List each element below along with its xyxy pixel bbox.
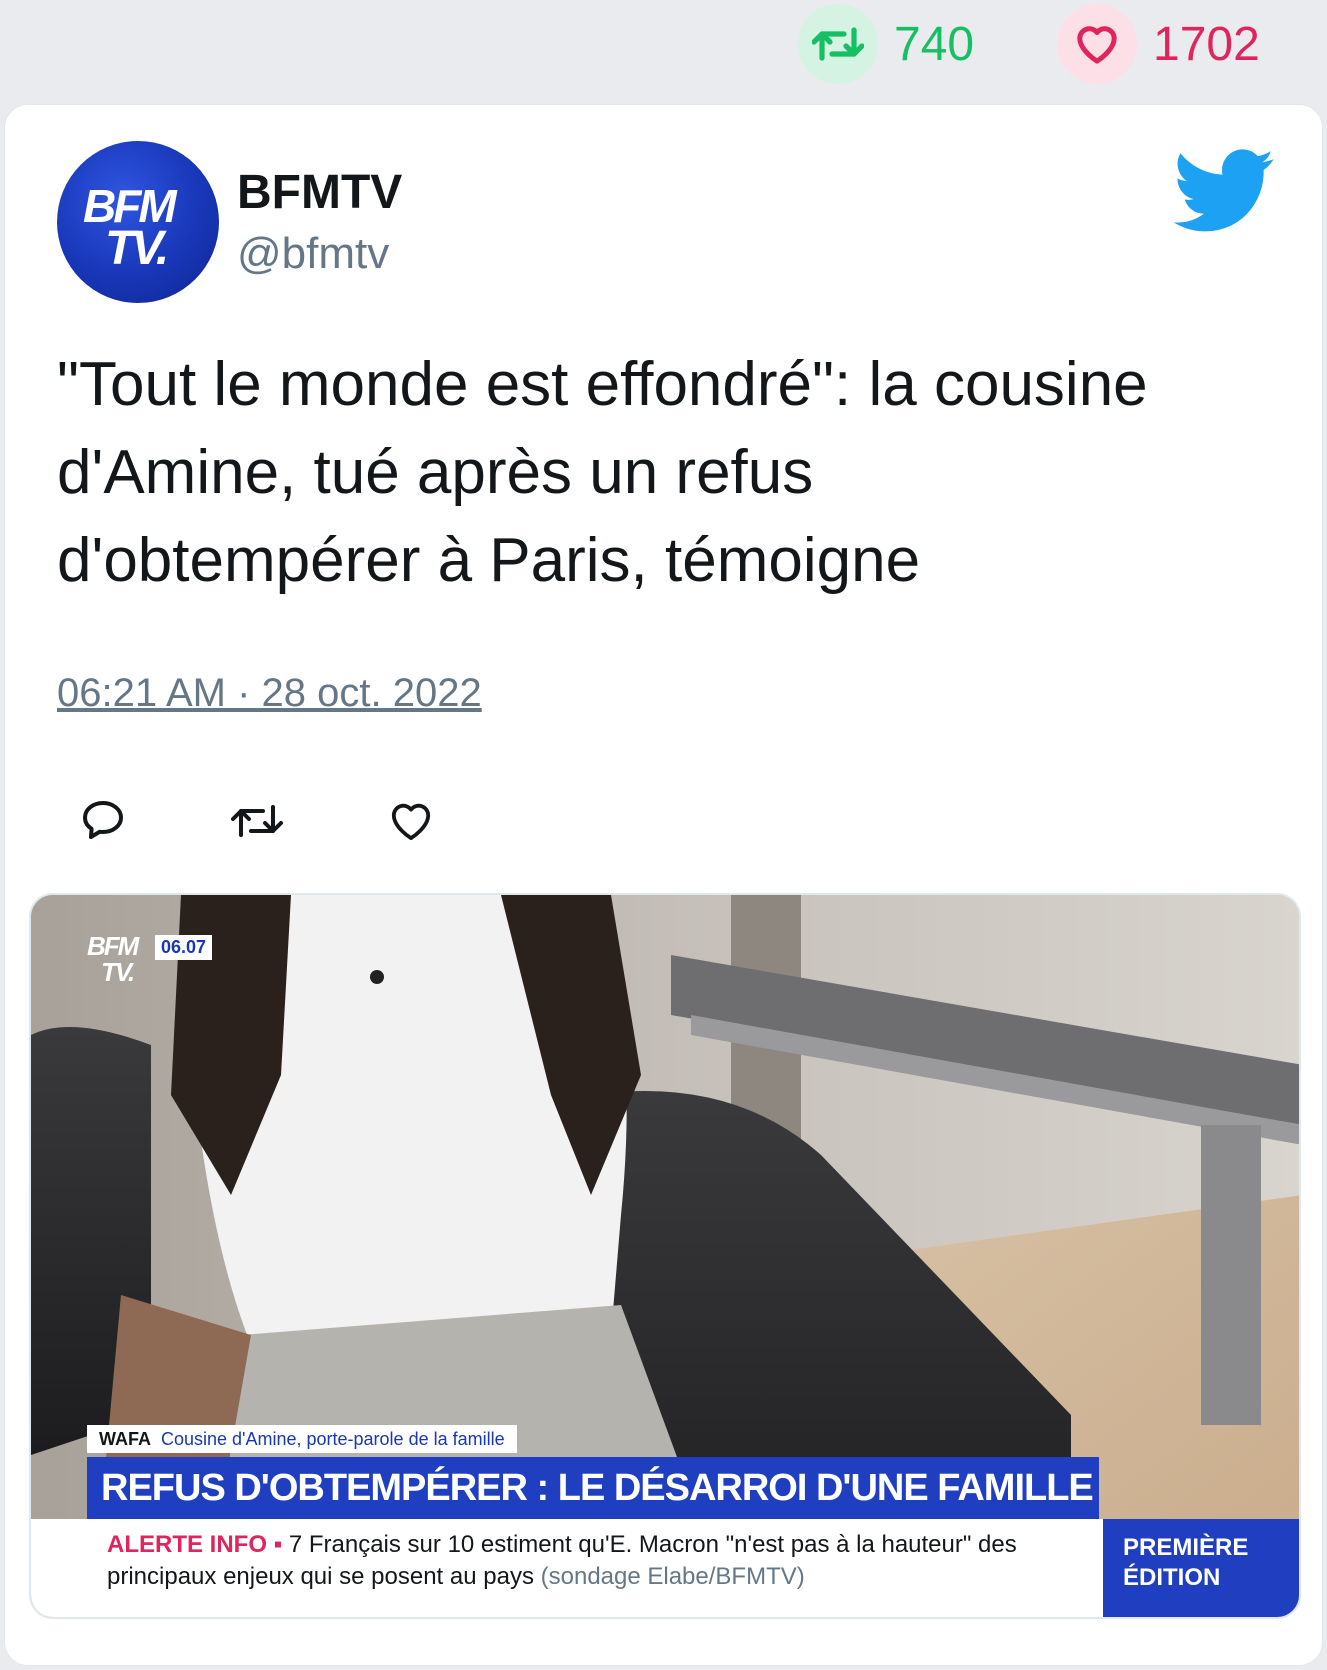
avatar[interactable]: BFM TV.	[57, 141, 219, 303]
bfmtv-channel-logo: BFM TV.	[87, 933, 139, 987]
speaker-name: WAFA	[99, 1428, 151, 1449]
retweet-count: 740	[894, 17, 975, 71]
engagement-bar: 740 1702	[0, 0, 1327, 100]
retweet-count-stat[interactable]: 740	[798, 4, 974, 84]
edition-badge: PREMIÈRE ÉDITION	[1103, 1519, 1299, 1617]
tweet-text: "Tout le monde est effondré": la cousine…	[57, 350, 1148, 595]
tweet-card: BFM TV. BFMTV @bfmtv "Tout le monde est …	[4, 104, 1323, 1666]
like-count: 1702	[1153, 17, 1260, 71]
avatar-logo-line2: TV.	[105, 222, 169, 275]
edition-line2: ÉDITION	[1123, 1564, 1221, 1591]
like-count-stat[interactable]: 1702	[1057, 4, 1260, 84]
speaker-role: Cousine d'Amine, porte-parole de la fami…	[161, 1428, 505, 1449]
broadcast-time: 06.07	[155, 935, 213, 960]
tweet-timestamp[interactable]: 06:21 AM · 28 oct. 2022	[57, 671, 482, 716]
reply-icon[interactable]	[77, 795, 129, 847]
speaker-caption: WAFA Cousine d'Amine, porte-parole de la…	[87, 1425, 517, 1453]
ticker-source: (sondage Elabe/BFMTV)	[540, 1563, 805, 1590]
heart-icon	[1057, 4, 1137, 84]
edition-line1: PREMIÈRE	[1123, 1534, 1249, 1561]
broadcast-headline: REFUS D'OBTEMPÉRER : LE DÉSARROI D'UNE F…	[87, 1457, 1099, 1519]
tweet-media-image[interactable]: BFM TV. 06.07 WAFA Cousine d'Amine, port…	[29, 893, 1301, 1619]
author-name[interactable]: BFMTV	[237, 165, 402, 220]
author-handle[interactable]: @bfmtv	[237, 229, 389, 279]
news-ticker: ALERTE INFO ▪ 7 Français sur 10 estiment…	[31, 1519, 1103, 1617]
tweet-actions	[77, 795, 539, 855]
retweet-icon[interactable]	[231, 795, 283, 847]
ticker-tag: ALERTE INFO ▪	[107, 1531, 283, 1558]
like-icon[interactable]	[385, 795, 437, 847]
twitter-bird-icon[interactable]	[1173, 149, 1277, 233]
retweet-icon	[798, 4, 878, 84]
channel-logo-line2: TV.	[101, 957, 135, 987]
